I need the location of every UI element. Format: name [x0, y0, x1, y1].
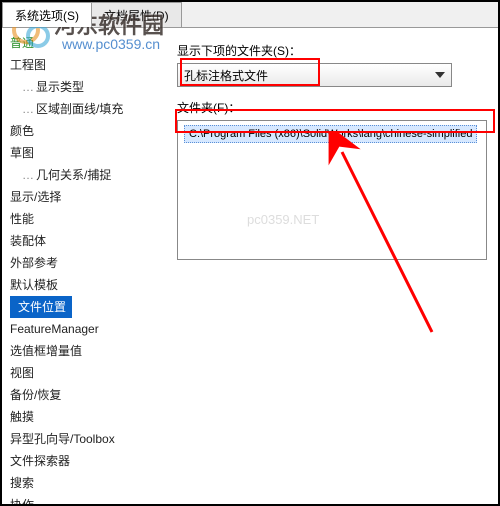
folder-listbox[interactable]: C:\Program Files (x86)\SolidWorks\lang\c… [177, 120, 487, 260]
sidebar-item-featuremanager[interactable]: FeatureManager [2, 318, 167, 340]
sidebar-item-file-locations[interactable]: 文件位置 [10, 296, 72, 318]
sidebar-item-backup-restore[interactable]: 备份/恢复 [2, 384, 167, 406]
sidebar-item-hole-wizard[interactable]: 异型孔向导/Toolbox [2, 428, 167, 450]
tab-document-properties[interactable]: 文档属性(D) [91, 2, 182, 27]
sidebar-item-spin-increment[interactable]: 选值框增量值 [2, 340, 167, 362]
chevron-down-icon [435, 72, 445, 78]
sidebar-item-assemblies[interactable]: 装配体 [2, 230, 167, 252]
folder-type-dropdown[interactable]: 孔标注格式文件 [177, 63, 452, 87]
show-folders-label: 显示下项的文件夹(S)： [177, 42, 488, 59]
sidebar-item-drawings[interactable]: 工程图 [2, 54, 167, 76]
sidebar-item-touch[interactable]: 触摸 [2, 406, 167, 428]
sidebar-item-file-explorer[interactable]: 文件探索器 [2, 450, 167, 472]
files-label: 文件夹(F)： [177, 99, 488, 116]
tab-system-options[interactable]: 系统选项(S) [2, 2, 92, 27]
content-area: 普通 工程图 显示类型 区域剖面线/填充 颜色 草图 几何关系/捕捉 显示/选择… [2, 28, 498, 504]
sidebar-item-sketch[interactable]: 草图 [2, 142, 167, 164]
sidebar-item-display-type[interactable]: 显示类型 [2, 76, 167, 98]
sidebar-item-external-ref[interactable]: 外部参考 [2, 252, 167, 274]
main-panel: 显示下项的文件夹(S)： 孔标注格式文件 文件夹(F)： C:\Program … [167, 28, 498, 504]
sidebar-item-display-select[interactable]: 显示/选择 [2, 186, 167, 208]
sidebar-item-area-hatch[interactable]: 区域剖面线/填充 [2, 98, 167, 120]
sidebar-item-collaboration[interactable]: 协作 [2, 494, 167, 504]
sidebar-item-performance[interactable]: 性能 [2, 208, 167, 230]
dropdown-value: 孔标注格式文件 [184, 67, 268, 84]
sidebar-item-search[interactable]: 搜索 [2, 472, 167, 494]
sidebar-item-colors[interactable]: 颜色 [2, 120, 167, 142]
tab-bar: 系统选项(S) 文档属性(D) [2, 2, 498, 28]
sidebar: 普通 工程图 显示类型 区域剖面线/填充 颜色 草图 几何关系/捕捉 显示/选择… [2, 28, 167, 504]
sidebar-item-general[interactable]: 普通 [2, 32, 167, 54]
sidebar-item-view[interactable]: 视图 [2, 362, 167, 384]
sidebar-item-default-templates[interactable]: 默认模板 [2, 274, 167, 296]
folder-path-item[interactable]: C:\Program Files (x86)\SolidWorks\lang\c… [184, 125, 477, 143]
sidebar-item-relations[interactable]: 几何关系/捕捉 [2, 164, 167, 186]
